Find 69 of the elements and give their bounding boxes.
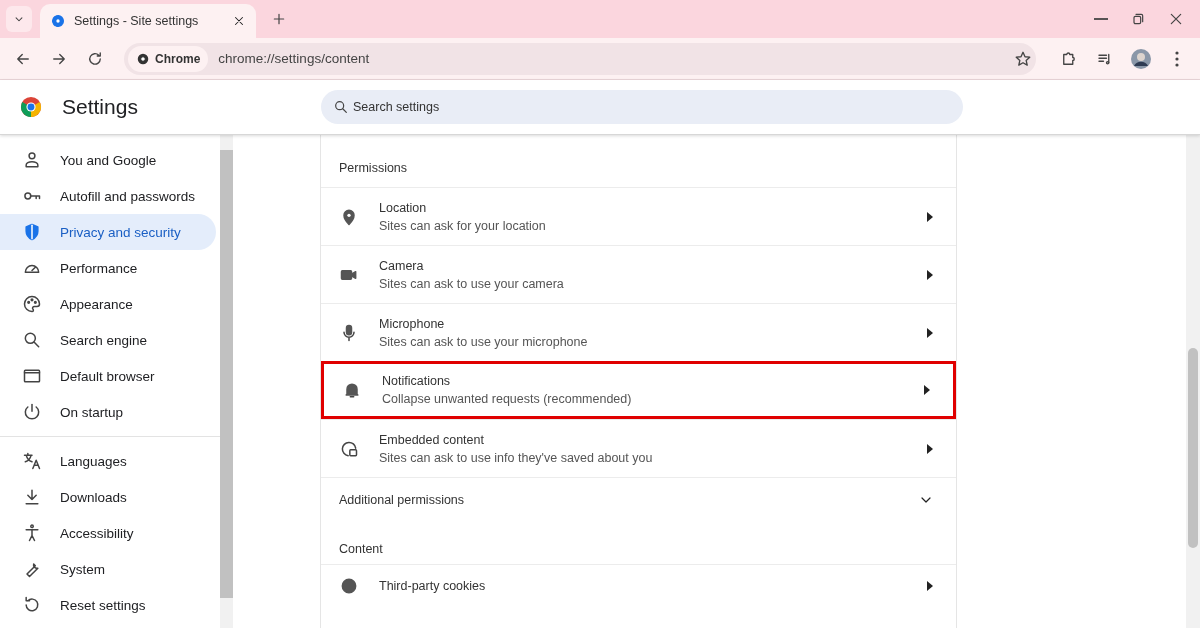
section-heading: Content xyxy=(338,541,384,558)
row-description: Collapse unwanted requests (recommended) xyxy=(382,392,633,406)
caret-icon xyxy=(926,327,934,338)
caret-icon xyxy=(926,580,934,591)
sidebar-item[interactable]: On startup xyxy=(0,394,216,430)
avatar-icon xyxy=(1131,48,1151,69)
translate-icon xyxy=(22,451,42,471)
caret-icon xyxy=(926,269,934,280)
shield-icon xyxy=(22,222,42,242)
row-title: Notifications xyxy=(382,374,452,388)
permission-row[interactable]: Camera Sites can ask to use your camera xyxy=(321,245,956,303)
sidebar-item[interactable]: Languages xyxy=(0,443,216,479)
plus-icon xyxy=(271,11,287,27)
scrollbar[interactable] xyxy=(220,135,233,628)
caret-icon xyxy=(926,443,934,454)
sidebar-item[interactable]: Downloads xyxy=(0,479,216,515)
sidebar-item[interactable]: Performance xyxy=(0,250,216,286)
star-icon xyxy=(1014,49,1032,68)
row-title: Location xyxy=(379,200,428,215)
content-row[interactable]: Third-party cookies xyxy=(321,564,956,606)
caret-icon xyxy=(923,385,931,395)
caret-icon xyxy=(926,211,934,222)
close-icon xyxy=(1168,11,1184,27)
page-title: Settings xyxy=(62,95,139,119)
palette-icon xyxy=(22,294,42,314)
sidebar-item[interactable]: Appearance xyxy=(0,286,216,322)
sidebar-item[interactable]: Autofill and passwords xyxy=(0,178,216,214)
power-icon xyxy=(22,402,42,422)
chrome-logo-icon xyxy=(136,51,150,66)
row-title: Third-party cookies xyxy=(379,578,487,593)
minimize-icon xyxy=(1094,18,1108,20)
chrome-logo-icon xyxy=(20,96,42,118)
reload-icon xyxy=(86,49,104,68)
address-bar[interactable]: Chrome chrome://settings/content xyxy=(124,42,1036,75)
close-icon xyxy=(232,14,246,28)
permission-row[interactable]: Notifications Collapse unwanted requests (recommended) xyxy=(321,361,956,419)
row-title: Camera xyxy=(379,258,425,273)
sidebar-item[interactable]: System xyxy=(0,551,216,587)
person-icon xyxy=(22,150,42,170)
browser-tab[interactable]: Settings - Site settings xyxy=(40,4,256,38)
section-heading: Permissions xyxy=(338,160,409,177)
permission-row[interactable]: Embedded content Sites can ask to use info they've saved about you xyxy=(321,419,956,477)
expand-row[interactable]: Additional permissions xyxy=(321,477,956,522)
row-title: Embedded content xyxy=(379,432,485,447)
restore-icon xyxy=(1130,11,1146,27)
row-description: Sites can ask to use your camera xyxy=(379,276,565,291)
search-icon xyxy=(333,99,349,115)
search-icon xyxy=(22,330,42,350)
scrollbar[interactable] xyxy=(1186,135,1200,628)
sidebar-item[interactable]: Accessibility xyxy=(0,515,216,551)
row-description: Sites can ask to use info they've saved about you xyxy=(379,450,654,465)
more-vertical-icon xyxy=(1175,50,1179,67)
url-text: chrome://settings/content xyxy=(218,51,371,66)
download-icon xyxy=(22,487,42,507)
sidebar-item[interactable]: Default browser xyxy=(0,358,216,394)
sidebar-item[interactable]: Reset settings xyxy=(0,587,216,623)
site-chip-label: Chrome xyxy=(155,51,201,66)
accessibility-icon xyxy=(22,523,42,543)
sidebar-item[interactable]: Privacy and security xyxy=(0,214,216,250)
row-description: Sites can ask to use your microphone xyxy=(379,334,589,349)
row-description: Sites can ask for your location xyxy=(379,218,547,233)
row-title: Microphone xyxy=(379,316,446,331)
puzzle-icon xyxy=(1060,49,1078,68)
browser-window-icon xyxy=(22,366,42,386)
sidebar-item[interactable]: You and Google xyxy=(0,142,216,178)
permission-row[interactable]: Location Sites can ask for your location xyxy=(321,187,956,245)
permission-row[interactable]: Microphone Sites can ask to use your microphone xyxy=(321,303,956,361)
sidebar-item[interactable]: Search engine xyxy=(0,322,216,358)
search-field[interactable]: Search settings xyxy=(321,90,963,124)
